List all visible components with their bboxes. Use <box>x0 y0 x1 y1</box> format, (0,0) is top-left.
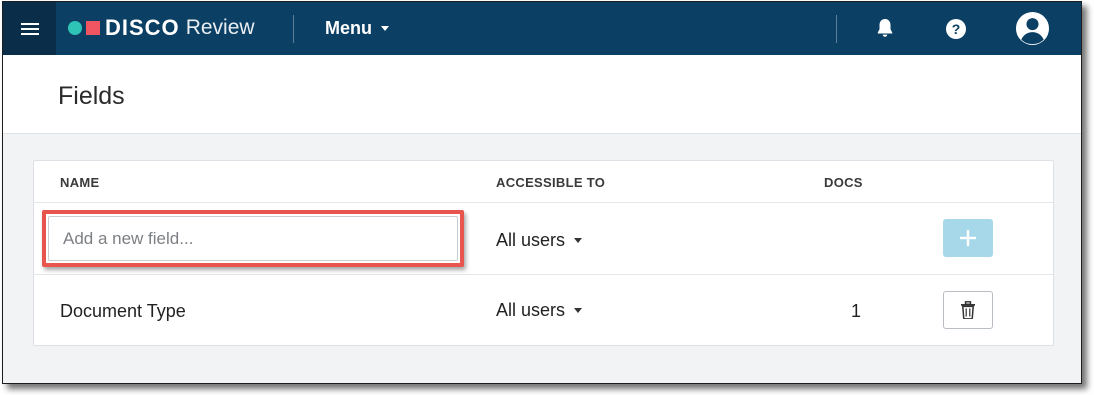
table-row: Document Type All users 1 <box>34 275 1053 347</box>
svg-text:?: ? <box>952 21 961 37</box>
page-title: Fields <box>58 82 125 110</box>
new-field-row: All users <box>34 203 1053 275</box>
column-header-docs: DOCS <box>824 175 863 190</box>
column-header-name: NAME <box>60 175 100 190</box>
logo-product-text: Review <box>185 16 255 39</box>
field-name: Document Type <box>60 301 186 321</box>
hamburger-icon <box>20 20 39 38</box>
navbar-divider <box>836 15 837 43</box>
help-icon[interactable]: ? <box>945 18 967 40</box>
new-field-access-dropdown[interactable]: All users <box>496 230 583 251</box>
bell-icon[interactable] <box>873 16 897 40</box>
app-logo[interactable]: DISCO Review <box>68 15 255 41</box>
app-window: DISCO Review Menu ? Fields NAME ACCESSIB… <box>2 1 1082 384</box>
new-field-input[interactable] <box>48 216 458 261</box>
table-header: NAME ACCESSIBLE TO DOCS <box>34 161 1053 203</box>
delete-field-button[interactable] <box>943 291 993 329</box>
fields-table: NAME ACCESSIBLE TO DOCS All users Docume… <box>33 160 1054 346</box>
chevron-down-icon <box>381 26 389 31</box>
main-menu-dropdown[interactable]: Menu <box>325 18 389 39</box>
add-field-button[interactable] <box>943 219 993 257</box>
docs-count: 1 <box>851 301 862 321</box>
trash-icon <box>961 301 975 319</box>
logo-dot-icon <box>68 21 82 35</box>
logo-brand-text: DISCO <box>105 15 180 40</box>
top-navbar: DISCO Review Menu ? <box>3 2 1081 55</box>
plus-icon <box>960 230 976 246</box>
logo-square-icon <box>86 21 100 35</box>
access-label: All users <box>496 230 566 250</box>
field-access-dropdown[interactable]: All users <box>496 300 583 321</box>
access-label: All users <box>496 300 566 320</box>
column-header-accessible-to: ACCESSIBLE TO <box>496 175 606 190</box>
highlight-box <box>42 210 464 267</box>
chevron-down-icon <box>574 308 583 313</box>
user-avatar-icon[interactable] <box>1015 11 1050 46</box>
navbar-divider <box>293 15 294 43</box>
hamburger-menu-button[interactable] <box>3 2 56 55</box>
menu-label: Menu <box>325 18 372 38</box>
chevron-down-icon <box>574 238 583 243</box>
page-header: Fields <box>3 55 1081 134</box>
